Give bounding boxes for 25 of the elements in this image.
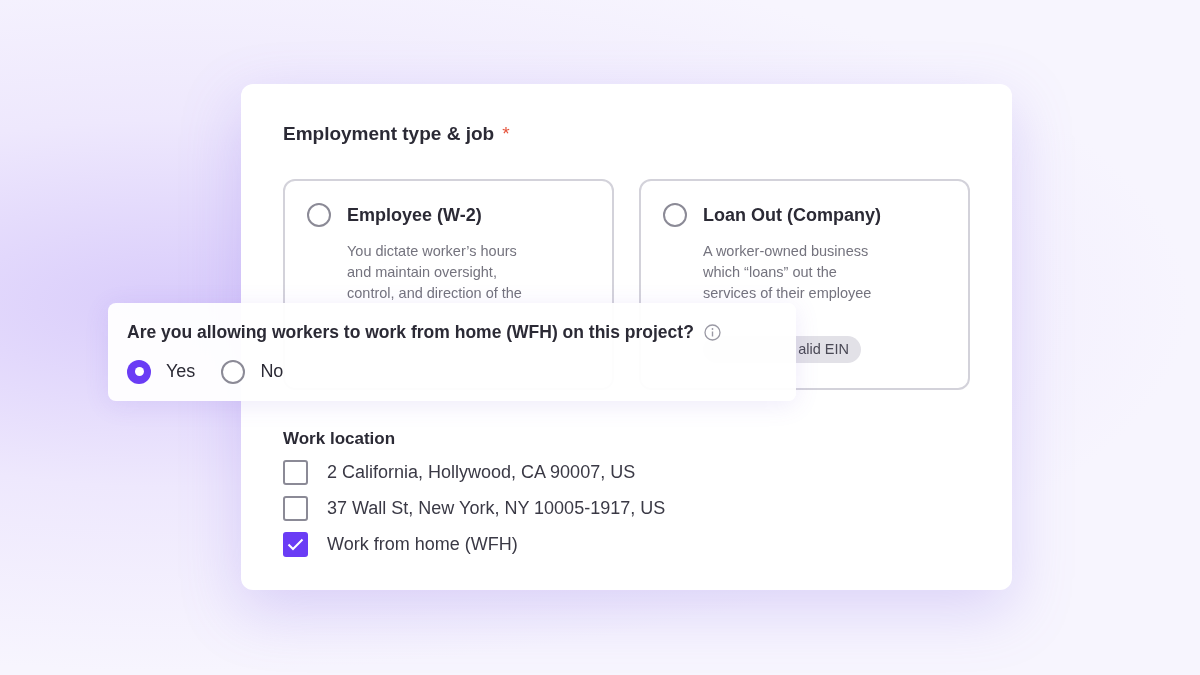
radio-button[interactable]	[307, 202, 331, 227]
checkbox-label: Work from home (WFH)	[327, 532, 518, 556]
description-line: control, and direction of the	[347, 283, 522, 303]
description-line: You dictate worker’s hours	[347, 241, 518, 261]
radio-label: Yes	[166, 360, 196, 383]
checkbox-label: 37 Wall St, New York, NY 10005-1917, US	[327, 496, 666, 520]
radio-label: No	[260, 360, 284, 383]
info-icon[interactable]	[703, 323, 721, 341]
option-title: Loan Out (Company)	[703, 203, 881, 227]
radio-button[interactable]	[663, 202, 687, 227]
work-location-label: Work location	[283, 427, 397, 450]
required-mark: *	[502, 122, 510, 146]
description-line: and maintain oversight,	[347, 262, 498, 282]
radio-button[interactable]	[221, 359, 246, 384]
option-title: Employee (W-2)	[347, 203, 483, 227]
checkbox-label: 2 California, Hollywood, CA 90007, US	[327, 460, 636, 484]
description-line: A worker-owned business	[703, 241, 870, 261]
radio-button[interactable]	[127, 359, 151, 384]
checkbox[interactable]	[283, 459, 308, 485]
check-icon	[287, 537, 304, 551]
checkbox[interactable]	[283, 495, 308, 521]
checkbox[interactable]	[283, 531, 308, 557]
description-line: services of their employee	[703, 283, 873, 303]
section-title: Employment type & job	[283, 122, 495, 146]
description-line: which “loans” out the	[703, 262, 838, 282]
